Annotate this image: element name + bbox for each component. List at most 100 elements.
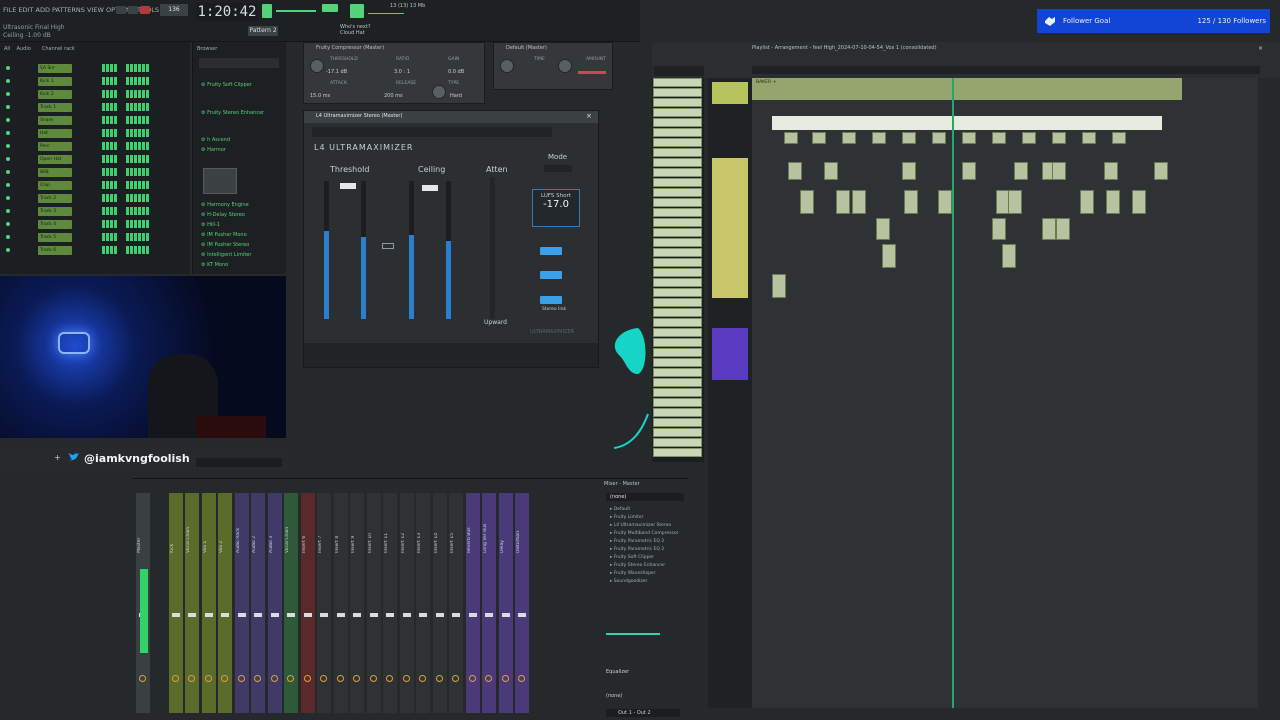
rack-row[interactable]: Track 4 [0,220,190,232]
volume-fader[interactable] [171,613,180,617]
ratio-value[interactable]: 3.0 : 1 [394,69,410,75]
pattern-clip[interactable] [852,190,866,214]
pattern-item[interactable] [653,218,702,227]
mixer-channel-strip[interactable]: Insert 6 [300,493,315,713]
rack-row[interactable]: Kick 2 [0,90,190,102]
volume-fader[interactable] [287,613,295,617]
rack-row[interactable]: Track 6 [0,246,190,258]
rack-row[interactable]: Track 5 [0,233,190,245]
link-icon[interactable] [382,243,394,249]
type-knob[interactable] [432,85,446,99]
volume-fader[interactable] [353,613,361,617]
browser-item[interactable]: ⚙ IM Pusher Mono [201,232,247,238]
type-value[interactable]: Hard [450,93,462,99]
pan-knob[interactable] [452,675,459,682]
fx-slot[interactable]: ▸ Fruity Stereo Enhancer [610,563,665,568]
ceiling-slider[interactable] [422,185,438,191]
pan-knob[interactable] [254,675,261,682]
pattern-item[interactable] [653,148,702,157]
browser-item[interactable]: ⚙ KT Mono [201,262,228,268]
release-value[interactable]: 200 ms [384,93,403,99]
volume-fader[interactable] [254,613,262,617]
pattern-item[interactable] [653,158,702,167]
pattern-clip[interactable] [1022,132,1036,144]
volume-fader[interactable] [369,613,378,617]
pattern-clip[interactable] [1104,162,1118,180]
volume-fader[interactable] [204,613,213,617]
fx-slot[interactable]: ▸ Default [610,507,630,512]
pattern-clip[interactable] [1106,190,1120,214]
pattern-clip[interactable] [784,132,798,144]
pattern-item[interactable] [653,358,702,367]
pattern-clip[interactable] [1002,244,1016,268]
audio-clip-beat[interactable] [752,78,1182,100]
pattern-item[interactable] [653,348,702,357]
volume-fader[interactable] [336,613,345,617]
stop-button[interactable] [128,6,138,14]
mixer-channel-strip[interactable]: Distortion [515,493,529,713]
channel-name-button[interactable]: Track 3 [38,207,72,216]
mixer-channel-strip[interactable]: Audio Rack [234,493,249,713]
pan-knob[interactable] [303,675,311,682]
channel-name-button[interactable]: Hat [38,129,72,138]
mute-led-icon[interactable] [6,157,10,161]
channel-name-button[interactable]: Track 4 [38,220,72,229]
pattern-clip[interactable] [876,218,890,240]
browser-item[interactable]: ⚙ Hill-1 [201,222,220,228]
pattern-item[interactable] [653,388,702,397]
release-button[interactable] [540,247,562,255]
pan-knob[interactable] [188,675,195,682]
mute-led-icon[interactable] [6,235,10,239]
browser-item[interactable]: ⚙ H-Delay Stereo [201,212,245,218]
volume-fader[interactable] [435,613,444,617]
pattern-item[interactable] [653,428,702,437]
mixer-channel-strip[interactable]: Vox 2 [218,493,232,713]
mixer-channel-strip[interactable]: Insert 12 [399,493,414,713]
amount-slider[interactable] [578,71,606,74]
pan-knob[interactable] [270,675,278,682]
plugin-control-strip[interactable] [304,343,598,367]
channel-name-button[interactable]: Kick 2 [38,90,72,99]
mixer-channel-strip[interactable]: Vocal Chain [185,493,199,713]
browser-toolbar[interactable] [199,58,279,68]
threshold-slider[interactable] [340,183,356,189]
rack-row[interactable]: Track 1 [0,103,190,115]
pattern-clip[interactable] [962,162,976,180]
rack-row[interactable]: 808 [0,168,190,180]
fx-slot[interactable]: ▸ Fruity Multiband Compressor [610,531,678,536]
channel-name-button[interactable]: Track 2 [38,194,72,203]
mixer-channel-strip[interactable]: Insert 9 [350,493,364,713]
pan-knob[interactable] [386,675,393,682]
pattern-clip[interactable] [992,218,1006,240]
pan-knob[interactable] [336,675,344,682]
volume-fader[interactable] [188,613,196,617]
fx-slot[interactable]: ▸ Fruity Waveshaper [610,571,656,576]
mixer-channel-strip[interactable]: Audio 3 [267,493,282,713]
fx-slot[interactable]: ▸ Fruity Parametric EQ 2 [610,547,664,552]
volume-fader[interactable] [468,613,477,617]
pattern-item[interactable] [653,338,702,347]
pattern-item[interactable] [653,98,702,107]
pattern-item[interactable] [653,378,702,387]
tempo-display[interactable]: 136 [160,4,188,16]
pan-knob[interactable] [287,675,294,682]
browser-item[interactable]: ⚙ Intelligent Limiter [201,252,251,258]
fx-slot[interactable]: ▸ Fruity Parametric EQ 2 [610,539,664,544]
pattern-item[interactable] [653,178,702,187]
pattern-item[interactable] [653,208,702,217]
pan-knob[interactable] [419,675,426,682]
playhead[interactable] [952,78,954,708]
channel-name-button[interactable]: Track 6 [38,246,72,255]
mute-led-icon[interactable] [6,248,10,252]
mixer-channel-strip[interactable]: Delay [498,493,513,713]
pattern-item[interactable] [653,368,702,377]
step-sequencer[interactable] [102,116,149,124]
mixer-channel-strip[interactable]: Insert 14 [432,493,447,713]
pattern-clip[interactable] [788,162,802,180]
pattern-item[interactable] [653,78,702,87]
pattern-clip[interactable] [938,190,952,214]
pattern-item[interactable] [653,108,702,117]
pattern-item[interactable] [653,198,702,207]
pan-knob[interactable] [468,675,476,682]
mixer-channel-strip[interactable]: Vox 1 [201,493,216,713]
